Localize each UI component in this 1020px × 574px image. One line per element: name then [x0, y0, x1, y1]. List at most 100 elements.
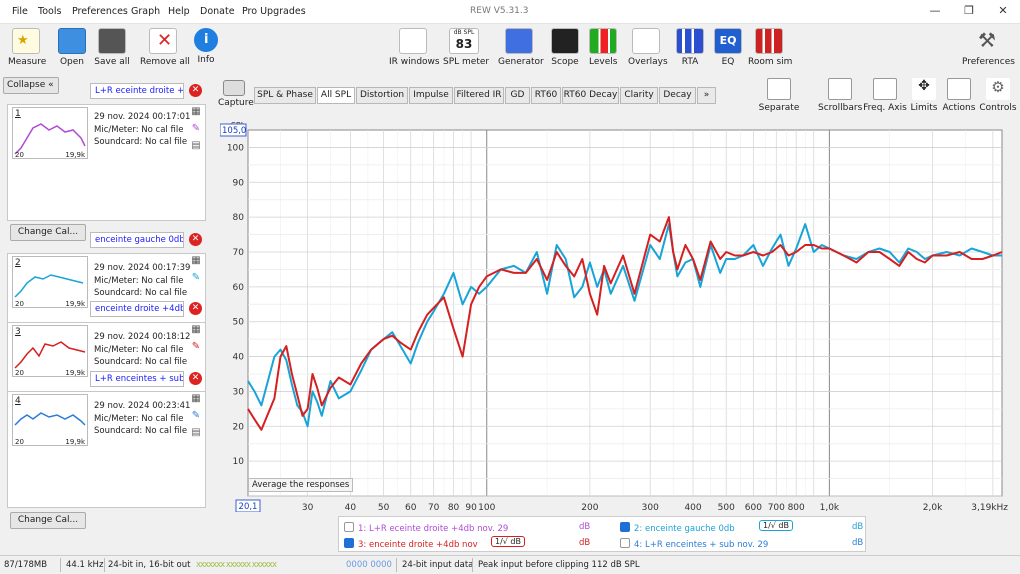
color-pen-icon[interactable]: ✎: [190, 272, 202, 284]
minimize-icon[interactable]: —: [928, 4, 942, 18]
x-tick-label: 600: [745, 503, 762, 512]
legend-unit-2: dB: [852, 522, 864, 532]
actions-button[interactable]: Actions: [941, 78, 977, 113]
tab-gd[interactable]: GD: [505, 87, 530, 104]
legend-item-3[interactable]: 3: enceinte droite +4db nov: [344, 538, 478, 550]
scope-button[interactable]: Scope: [551, 28, 579, 67]
change-cal-button-1[interactable]: Change Cal...: [10, 224, 86, 241]
status-bar: 87/178MB 44.1 kHz 24-bit in, 16-bit out …: [0, 555, 1020, 574]
y-tick-label: 90: [233, 178, 245, 188]
save-measurement-icon[interactable]: ▦: [190, 255, 202, 267]
gear-icon: ⚙: [986, 78, 1010, 100]
save-all-button[interactable]: Save all: [94, 28, 130, 67]
remove-all-button[interactable]: ✕ Remove all: [140, 28, 190, 67]
freq-axis-button[interactable]: Freq. Axis: [863, 78, 907, 113]
notes-icon[interactable]: ▤: [190, 140, 202, 152]
legend-badge-2[interactable]: 1/√ dB: [759, 520, 793, 531]
remove-measurement-3-icon[interactable]: ✕: [189, 302, 202, 315]
bit-depth: 24-bit in, 16-bit out: [108, 560, 191, 570]
menu-graph[interactable]: Graph: [131, 6, 160, 17]
measurement-2-name[interactable]: enceinte gauche 0db: [90, 232, 184, 248]
spl-meter-unit: dB SPL: [453, 29, 475, 36]
y-tick-label: 50: [233, 318, 245, 328]
mic-cal: Mic/Meter: No cal file: [94, 275, 184, 286]
measurement-4-name[interactable]: L+R enceintes + sub: [90, 371, 184, 387]
x-tick-label: 40: [345, 503, 357, 512]
legend-item-2[interactable]: 2: enceinte gauche 0db: [620, 522, 735, 534]
legend-checkbox-1[interactable]: [344, 522, 354, 532]
notes-icon[interactable]: ▤: [190, 427, 202, 439]
restore-icon[interactable]: ❐: [962, 4, 976, 18]
measurement-1[interactable]: 1 20 19,9k 29 nov. 2024 00:17:01 Mic/Meter:…: [7, 104, 206, 221]
measurement-1-name[interactable]: L+R eceinte droite +4: [90, 83, 184, 99]
mic-cal: Mic/Meter: No cal file: [94, 344, 184, 355]
menu-preferences[interactable]: Preferences: [72, 6, 128, 17]
tab-distortion[interactable]: Distortion: [356, 87, 408, 104]
info-button[interactable]: i Info: [192, 28, 220, 65]
measurement-3-name[interactable]: enceinte droite +4db: [90, 301, 184, 317]
ir-windows-button[interactable]: IR windows: [389, 28, 440, 67]
generator-button[interactable]: Generator: [498, 28, 544, 67]
x-tick-label: 400: [684, 503, 701, 512]
separate-button[interactable]: Separate: [757, 78, 801, 113]
sound-cal: Soundcard: No cal file: [94, 288, 188, 298]
room-sim-button[interactable]: Room sim: [748, 28, 792, 67]
capture-button[interactable]: Capture: [218, 80, 254, 108]
limits-button[interactable]: ✥ Limits: [908, 78, 940, 113]
eq-button[interactable]: EQ EQ: [714, 28, 742, 67]
save-measurement-icon[interactable]: ▦: [190, 393, 202, 405]
tab-rt60-decay[interactable]: RT60 Decay: [562, 87, 619, 104]
preferences-button[interactable]: ⚒ Preferences: [962, 28, 1015, 67]
menu-file[interactable]: File: [12, 6, 28, 17]
color-pen-icon[interactable]: ✎: [190, 341, 202, 353]
tab-impulse[interactable]: Impulse: [409, 87, 453, 104]
tab-all-spl[interactable]: All SPL: [317, 87, 355, 104]
tab-clarity[interactable]: Clarity: [620, 87, 658, 104]
menu-help[interactable]: Help: [168, 6, 190, 17]
legend-checkbox-3[interactable]: [344, 538, 354, 548]
tab-spl-phase[interactable]: SPL & Phase: [254, 87, 316, 104]
spl-graph[interactable]: 10090807060504030201030 40 50 60 70 80 90 100 20…: [220, 120, 1010, 512]
rta-button[interactable]: RTA: [676, 28, 704, 67]
remove-measurement-4-icon[interactable]: ✕: [189, 372, 202, 385]
x-tick-label: 90: [465, 503, 477, 512]
menu-tools[interactable]: Tools: [38, 6, 61, 17]
legend-item-4[interactable]: 4: L+R enceintes + sub nov. 29: [620, 538, 768, 550]
tab-filtered-ir[interactable]: Filtered IR: [454, 87, 504, 104]
spl-meter-button[interactable]: dB SPL 83 SPL meter: [443, 28, 489, 67]
tab-decay[interactable]: Decay: [659, 87, 696, 104]
ir-windows-label: IR windows: [389, 57, 440, 67]
measurement-4[interactable]: 4 20 19,9k 29 nov. 2024 00:23:41 Mic/Meter:…: [7, 391, 206, 508]
controls-button[interactable]: ⚙ Controls: [978, 78, 1018, 113]
peak-input: Peak input before clipping 112 dB SPL: [478, 560, 640, 570]
measure-button[interactable]: ★ Measure: [8, 28, 46, 67]
channel-indicator: 0000 0000: [346, 560, 392, 570]
legend-checkbox-4[interactable]: [620, 538, 630, 548]
tab-more[interactable]: »: [697, 87, 716, 104]
scrollbars-label: Scrollbars: [818, 103, 863, 113]
remove-measurement-2-icon[interactable]: ✕: [189, 233, 202, 246]
measurement-2-thumbnail: 2 20 19,9k: [12, 256, 88, 308]
change-cal-button-4[interactable]: Change Cal...: [10, 512, 86, 529]
save-measurement-icon[interactable]: ▦: [190, 324, 202, 336]
legend-badge-3[interactable]: 1/√ dB: [491, 536, 525, 547]
color-pen-icon[interactable]: ✎: [190, 123, 202, 135]
menu-pro-upgrades[interactable]: Pro Upgrades: [242, 6, 306, 17]
scrollbars-button[interactable]: Scrollbars: [818, 78, 862, 113]
mic-cal: Mic/Meter: No cal file: [94, 124, 184, 135]
menu-donate[interactable]: Donate: [200, 6, 235, 17]
open-button[interactable]: Open: [56, 28, 88, 67]
save-measurement-icon[interactable]: ▦: [190, 106, 202, 118]
overlays-button[interactable]: Overlays: [628, 28, 668, 67]
color-pen-icon[interactable]: ✎: [190, 410, 202, 422]
average-responses-button[interactable]: Average the responses: [248, 478, 354, 492]
legend-item-1[interactable]: 1: L+R eceinte droite +4db nov. 29: [344, 522, 508, 534]
collapse-button[interactable]: Collapse «: [3, 77, 59, 94]
legend-checkbox-2[interactable]: [620, 522, 630, 532]
freq-axis-icon: [873, 78, 897, 100]
levels-button[interactable]: Levels: [589, 28, 617, 67]
remove-measurement-1-icon[interactable]: ✕: [189, 84, 202, 97]
limits-label: Limits: [910, 103, 938, 113]
close-icon[interactable]: ✕: [996, 4, 1010, 18]
tab-rt60[interactable]: RT60: [531, 87, 561, 104]
